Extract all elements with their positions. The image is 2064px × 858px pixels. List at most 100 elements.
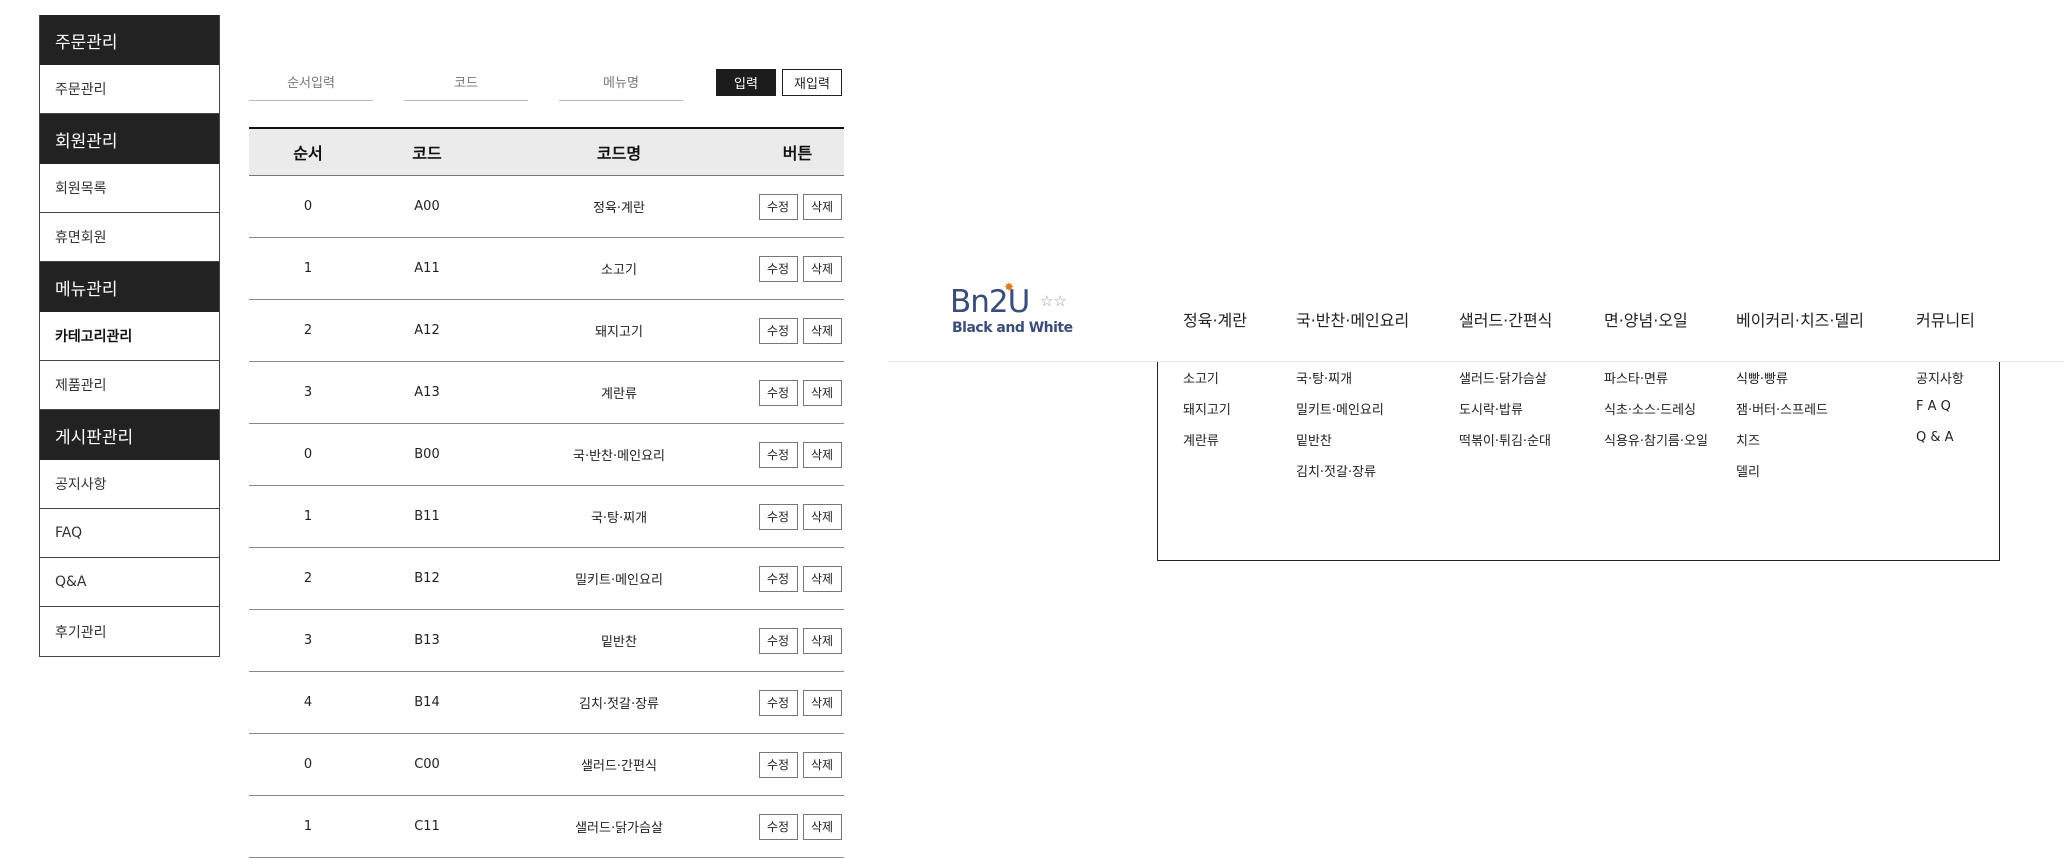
mega-menu-link[interactable]: 국·탕·찌개	[1296, 368, 1352, 387]
row-code: A13	[367, 361, 487, 424]
submit-button[interactable]: 입력	[716, 69, 776, 96]
sidebar-section-member[interactable]: 회원관리	[40, 114, 219, 164]
row-order: 0	[249, 423, 367, 486]
category-table: 순서 코드 코드명 버튼 0 A00 정육·계란 수정 삭제 1 A11 소고기 수정 삭제 2 A1…	[249, 127, 844, 858]
mega-menu-link[interactable]: 소고기	[1183, 368, 1219, 387]
sidebar-item-dormant-members[interactable]: 휴면회원	[40, 213, 219, 262]
mega-menu-link[interactable]: 잼·버터·스프레드	[1736, 399, 1828, 418]
delete-button[interactable]: 삭제	[802, 317, 842, 344]
table-row: 1 A11 소고기 수정 삭제	[249, 237, 844, 300]
column-header-code: 코드	[367, 127, 487, 176]
row-code: B12	[367, 547, 487, 610]
reset-button[interactable]: 재입력	[782, 69, 842, 96]
edit-button[interactable]: 수정	[758, 627, 798, 654]
delete-button[interactable]: 삭제	[802, 441, 842, 468]
mega-menu-link[interactable]: 김치·젓갈·장류	[1296, 461, 1376, 480]
sidebar-item-faq[interactable]: FAQ	[40, 509, 219, 558]
sidebar-item-notice[interactable]: 공지사항	[40, 460, 219, 509]
table-row: 2 B12 밀키트·메인요리 수정 삭제	[249, 547, 844, 610]
row-code: C11	[367, 795, 487, 858]
delete-button[interactable]: 삭제	[802, 751, 842, 778]
mega-menu-link[interactable]: 밀키트·메인요리	[1296, 399, 1384, 418]
mega-menu-link[interactable]: 떡볶이·튀김·순대	[1459, 430, 1551, 449]
delete-button[interactable]: 삭제	[802, 193, 842, 220]
mega-menu-link[interactable]: 식빵·빵류	[1736, 368, 1788, 387]
gnb-item[interactable]: 베이커리·치즈·델리	[1736, 307, 1864, 331]
sidebar-item-qna[interactable]: Q&A	[40, 558, 219, 607]
row-actions: 수정 삭제	[751, 361, 844, 424]
mega-menu-link[interactable]: 돼지고기	[1183, 399, 1231, 418]
table-row: 4 B14 김치·젓갈·장류 수정 삭제	[249, 671, 844, 734]
sidebar-section-board[interactable]: 게시판관리	[40, 410, 219, 460]
row-code: B11	[367, 485, 487, 548]
mega-menu-link[interactable]: 식용유·참기름·오일	[1604, 430, 1708, 449]
edit-button[interactable]: 수정	[758, 813, 798, 840]
gnb-item[interactable]: 국·반찬·메인요리	[1296, 307, 1409, 331]
edit-button[interactable]: 수정	[758, 317, 798, 344]
delete-button[interactable]: 삭제	[802, 813, 842, 840]
delete-button[interactable]: 삭제	[802, 627, 842, 654]
table-row: 2 A12 돼지고기 수정 삭제	[249, 299, 844, 362]
edit-button[interactable]: 수정	[758, 193, 798, 220]
mega-menu-link[interactable]: 도시락·밥류	[1459, 399, 1523, 418]
delete-button[interactable]: 삭제	[802, 503, 842, 530]
edit-button[interactable]: 수정	[758, 503, 798, 530]
row-order: 1	[249, 237, 367, 300]
mega-menu-link[interactable]: 치즈	[1736, 430, 1760, 449]
sidebar-item-product-management[interactable]: 제품관리	[40, 361, 219, 410]
column-header-buttons: 버튼	[751, 127, 844, 176]
row-code-name: 소고기	[487, 237, 751, 300]
edit-button[interactable]: 수정	[758, 565, 798, 592]
logo-wordmark: Bn2U	[950, 284, 1030, 320]
sidebar-item-reviews[interactable]: 후기관리	[40, 607, 219, 656]
code-input[interactable]	[404, 66, 528, 101]
row-code: C00	[367, 733, 487, 796]
edit-button[interactable]: 수정	[758, 689, 798, 716]
row-actions: 수정 삭제	[751, 733, 844, 796]
mega-menu-link[interactable]: 샐러드·닭가슴살	[1459, 368, 1547, 387]
mega-menu-link[interactable]: 공지사항	[1916, 368, 1964, 387]
row-actions: 수정 삭제	[751, 423, 844, 486]
order-input[interactable]	[249, 66, 373, 101]
mega-menu-link[interactable]: 파스타·면류	[1604, 368, 1668, 387]
gnb-item[interactable]: 정육·계란	[1183, 307, 1247, 331]
edit-button[interactable]: 수정	[758, 751, 798, 778]
row-actions: 수정 삭제	[751, 175, 844, 238]
bn2u-logo[interactable]: Bn2U ✸ ☆☆ Black and White	[950, 280, 1080, 340]
mega-menu-link[interactable]: 식초·소스·드레싱	[1604, 399, 1696, 418]
delete-button[interactable]: 삭제	[802, 689, 842, 716]
edit-button[interactable]: 수정	[758, 255, 798, 282]
gnb-item[interactable]: 샐러드·간편식	[1459, 307, 1552, 331]
mega-menu-link[interactable]: 델리	[1736, 461, 1760, 480]
row-actions: 수정 삭제	[751, 237, 844, 300]
sidebar-item-category-management[interactable]: 카테고리관리	[40, 312, 219, 361]
menu-name-input[interactable]	[559, 66, 683, 101]
mega-menu-link[interactable]: F A Q	[1916, 399, 1951, 414]
mega-menu-link[interactable]: 밑반찬	[1296, 430, 1332, 449]
delete-button[interactable]: 삭제	[802, 565, 842, 592]
sidebar-item-member-list[interactable]: 회원목록	[40, 164, 219, 213]
delete-button[interactable]: 삭제	[802, 379, 842, 406]
table-row: 1 B11 국·탕·찌개 수정 삭제	[249, 485, 844, 548]
sidebar-section-order[interactable]: 주문관리	[40, 15, 219, 65]
gnb-item[interactable]: 커뮤니티	[1916, 307, 1975, 331]
table-row: 3 B13 밑반찬 수정 삭제	[249, 609, 844, 672]
sidebar-item-order-management[interactable]: 주문관리	[40, 65, 219, 114]
logo-stars-icon: ☆☆	[1040, 292, 1067, 310]
mega-menu-link[interactable]: 계란류	[1183, 430, 1219, 449]
table-row: 0 A00 정육·계란 수정 삭제	[249, 175, 844, 238]
delete-button[interactable]: 삭제	[802, 255, 842, 282]
gnb-item[interactable]: 면·양념·오일	[1604, 307, 1688, 331]
logo-burst-icon: ✸	[1004, 280, 1015, 294]
table-header-row: 순서 코드 코드명 버튼	[249, 127, 844, 176]
row-code: B13	[367, 609, 487, 672]
edit-button[interactable]: 수정	[758, 379, 798, 406]
table-row: 0 C00 샐러드·간편식 수정 삭제	[249, 733, 844, 796]
sidebar-section-menu[interactable]: 메뉴관리	[40, 262, 219, 312]
row-actions: 수정 삭제	[751, 485, 844, 548]
row-code: A00	[367, 175, 487, 238]
table-row: 3 A13 계란류 수정 삭제	[249, 361, 844, 424]
row-code-name: 돼지고기	[487, 299, 751, 362]
mega-menu-link[interactable]: Q & A	[1916, 430, 1954, 445]
edit-button[interactable]: 수정	[758, 441, 798, 468]
